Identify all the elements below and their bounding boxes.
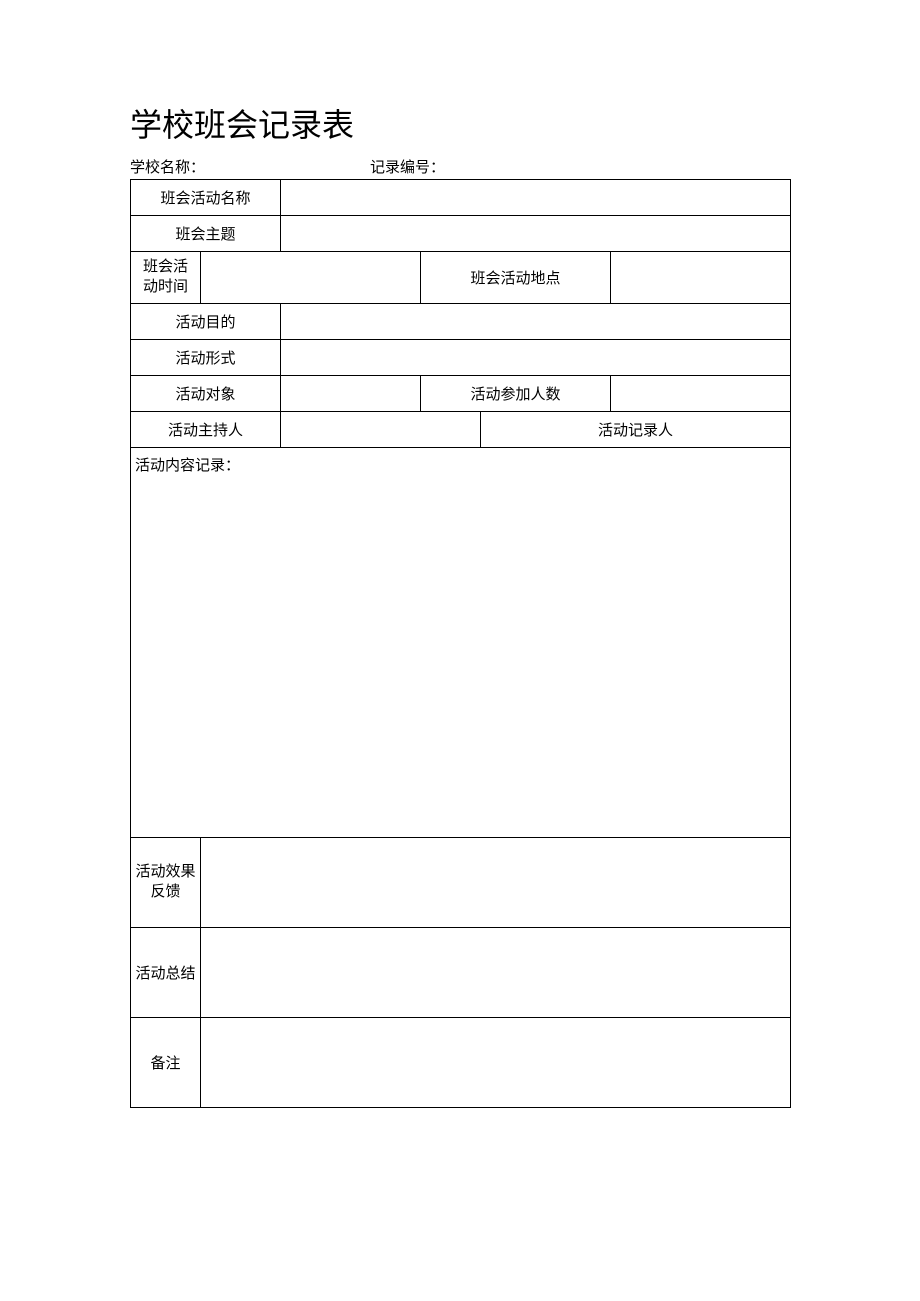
label-feedback-line2: 反馈 <box>150 884 180 900</box>
value-summary <box>201 928 791 1018</box>
row-purpose: 活动目的 <box>131 304 791 340</box>
value-participants <box>611 376 791 412</box>
label-format: 活动形式 <box>131 340 281 376</box>
row-host-recorder: 活动主持人 活动记录人 <box>131 412 791 448</box>
value-activity-name <box>281 180 791 216</box>
row-format: 活动形式 <box>131 340 791 376</box>
page-title: 学校班会记录表 <box>130 100 790 146</box>
value-purpose <box>281 304 791 340</box>
label-location: 班会活动地点 <box>421 252 611 304</box>
row-time-location: 班会活 动时间 班会活动地点 <box>131 252 791 304</box>
value-notes <box>201 1018 791 1108</box>
value-host <box>281 412 481 448</box>
row-theme: 班会主题 <box>131 216 791 252</box>
label-content: 活动内容记录： <box>131 448 791 838</box>
label-time-line2: 动时间 <box>143 279 188 295</box>
label-recorder: 活动记录人 <box>481 412 791 448</box>
header-line: 学校名称： 记录编号： <box>130 156 790 177</box>
label-host: 活动主持人 <box>131 412 281 448</box>
row-target-participants: 活动对象 活动参加人数 <box>131 376 791 412</box>
value-location <box>611 252 791 304</box>
label-summary: 活动总结 <box>131 928 201 1018</box>
value-time <box>201 252 421 304</box>
row-summary: 活动总结 <box>131 928 791 1018</box>
label-time-line1: 班会活 <box>143 259 188 275</box>
label-activity-name: 班会活动名称 <box>131 180 281 216</box>
row-notes: 备注 <box>131 1018 791 1108</box>
label-target: 活动对象 <box>131 376 281 412</box>
label-participants: 活动参加人数 <box>421 376 611 412</box>
label-feedback: 活动效果 反馈 <box>131 838 201 928</box>
value-feedback <box>201 838 791 928</box>
row-content: 活动内容记录： <box>131 448 791 838</box>
value-target <box>281 376 421 412</box>
record-number-label: 记录编号： <box>370 156 610 177</box>
value-format <box>281 340 791 376</box>
value-theme <box>281 216 791 252</box>
row-activity-name: 班会活动名称 <box>131 180 791 216</box>
label-theme: 班会主题 <box>131 216 281 252</box>
label-time: 班会活 动时间 <box>131 252 201 304</box>
school-name-label: 学校名称： <box>130 156 370 177</box>
form-page: 学校班会记录表 学校名称： 记录编号： 班会活动名称 班会主题 班会活 <box>130 100 790 1108</box>
row-feedback: 活动效果 反馈 <box>131 838 791 928</box>
label-purpose: 活动目的 <box>131 304 281 340</box>
label-feedback-line1: 活动效果 <box>135 864 195 880</box>
label-notes: 备注 <box>131 1018 201 1108</box>
record-table: 班会活动名称 班会主题 班会活 动时间 班会活动地点 活动目的 活动形式 活动对… <box>130 179 791 1108</box>
